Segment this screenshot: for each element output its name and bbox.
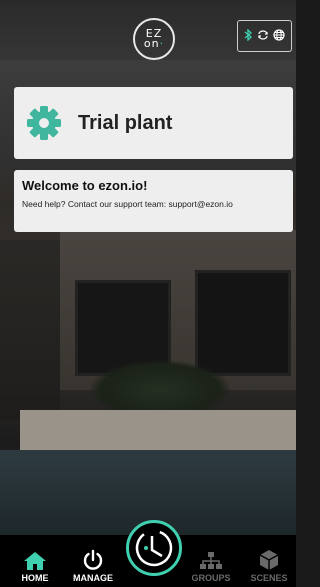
nav-manage-label: MANAGE: [73, 573, 113, 583]
nav-manage[interactable]: MANAGE: [68, 549, 118, 583]
nav-home-label: HOME: [21, 573, 49, 583]
planter-wall: [20, 410, 296, 450]
quick-control-button[interactable]: [126, 520, 182, 576]
top-bar: EZ on·: [0, 0, 296, 80]
bluetooth-icon: [244, 27, 253, 44]
welcome-card: Welcome to ezon.io! Need help? Contact o…: [14, 170, 293, 232]
logo-text-bottom: on·: [143, 37, 165, 50]
globe-icon: [273, 28, 285, 44]
nav-home[interactable]: HOME: [10, 551, 60, 583]
cube-icon: [259, 550, 279, 570]
gear-icon[interactable]: [24, 103, 64, 143]
home-icon: [24, 552, 46, 570]
ezon-logo: EZ on·: [133, 18, 175, 60]
nav-scenes-label: SCENES: [250, 573, 288, 583]
plant-name: Trial plant: [78, 111, 173, 134]
sync-icon: [257, 29, 269, 43]
groups-icon: [200, 552, 222, 569]
ezon-dial-icon: [135, 529, 173, 567]
welcome-text: Need help? Contact our support team: sup…: [22, 199, 233, 209]
welcome-title: Welcome to ezon.io!: [22, 178, 148, 193]
house-wall: [0, 240, 60, 420]
connection-status[interactable]: [237, 20, 292, 52]
nav-groups-label: GROUPS: [191, 573, 231, 583]
power-icon: [83, 549, 103, 570]
plant-card[interactable]: Trial plant: [14, 87, 293, 159]
nav-groups[interactable]: GROUPS: [186, 551, 236, 583]
nav-scenes[interactable]: SCENES: [244, 549, 294, 583]
